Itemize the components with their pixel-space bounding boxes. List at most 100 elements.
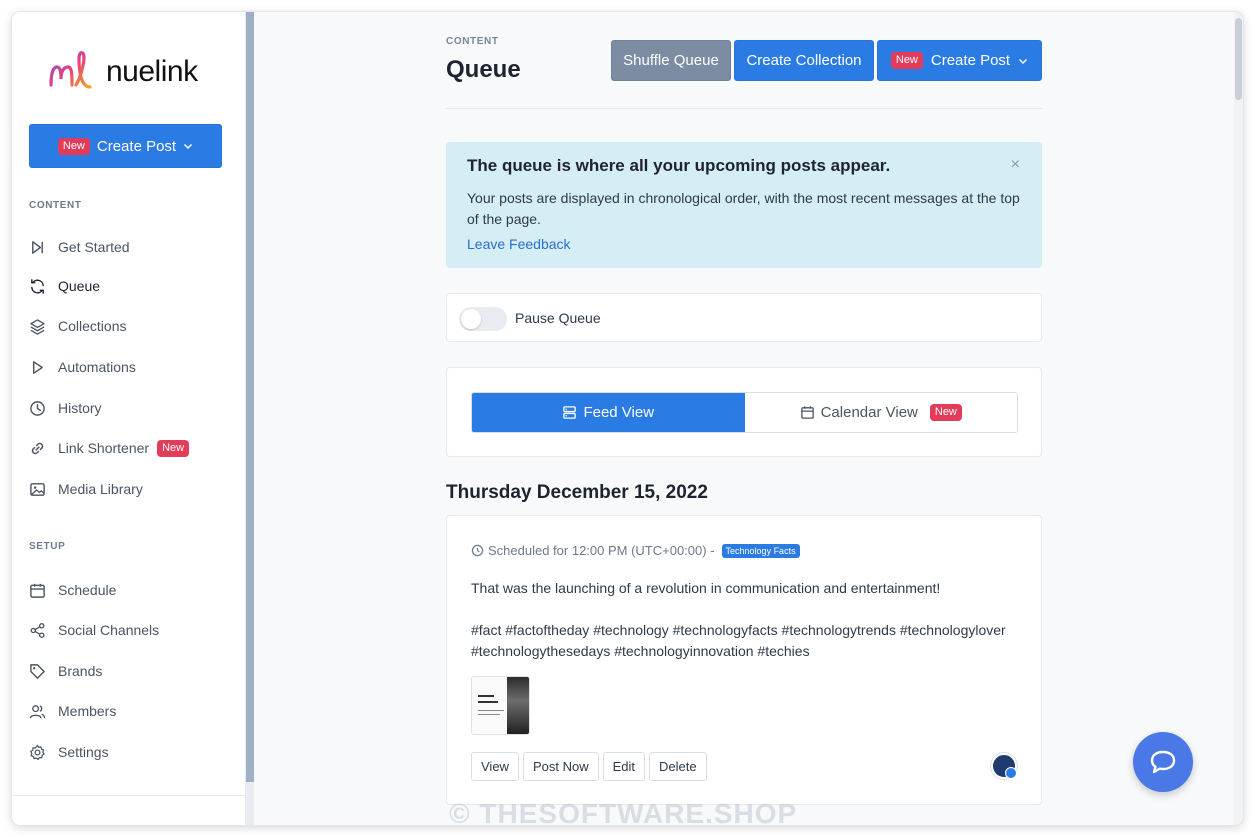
sidebar-item-history[interactable]: History [29,395,102,421]
sidebar-scrollbar-thumb[interactable] [246,12,254,782]
channel-avatar[interactable] [991,753,1017,779]
pause-queue-toggle[interactable] [459,307,507,331]
sidebar-item-social-channels[interactable]: Social Channels [29,617,159,643]
main-content: CONTENT Queue Shuffle Queue Create Colle… [254,12,1234,825]
post-card: Scheduled for 12:00 PM (UTC+00:00) - Tec… [446,515,1042,805]
watermark: © THESOFTWARE.SHOP [449,798,798,825]
sidebar: nuelink New Create Post CONTENT Get Star… [12,12,246,825]
sidebar-item-brands[interactable]: Brands [29,658,102,684]
nuelink-logo-icon [49,51,92,89]
thumbnail-text-line [478,714,500,715]
chevron-down-icon [184,143,193,150]
thumbnail-photo [507,677,529,734]
leave-feedback-link[interactable]: Leave Feedback [467,236,1021,252]
post-hashtags: #fact #factoftheday #technology #technol… [471,622,1006,659]
play-icon [33,360,43,374]
sidebar-item-label: Get Started [58,239,130,255]
sidebar-item-label: Collections [58,318,127,334]
shuffle-queue-button[interactable]: Shuffle Queue [611,40,731,81]
main-scrollbar-thumb[interactable] [1235,18,1242,100]
brand-logo[interactable]: nuelink [48,48,198,96]
post-actions: View Post Now Edit Delete [471,752,707,781]
create-post-button[interactable]: New Create Post [877,40,1042,81]
sidebar-item-label: Brands [58,663,103,679]
image-icon [30,482,45,496]
sidebar-item-label: Automations [58,359,136,375]
calendar-icon [30,583,45,598]
sidebar-item-label: Queue [58,278,101,294]
tab-feed-view[interactable]: Feed View [472,393,745,432]
info-title: The queue is where all your upcoming pos… [467,156,891,175]
sidebar-create-post-button[interactable]: New Create Post [29,124,222,168]
section-label-setup: SETUP [29,541,66,552]
tab-label: Feed View [583,404,655,421]
view-switcher-card: Feed View Calendar View New [446,367,1042,457]
sidebar-item-label: Members [58,703,117,719]
server-icon [563,406,577,419]
calendar-icon [800,406,814,419]
play-step-icon [32,240,43,254]
edit-button[interactable]: Edit [602,752,645,781]
sidebar-item-automations[interactable]: Automations [29,354,136,380]
post-schedule: Scheduled for 12:00 PM (UTC+00:00) - Tec… [471,543,800,558]
feed-date-heading: Thursday December 15, 2022 [446,482,708,503]
chevron-down-icon [1019,58,1028,64]
sidebar-item-members[interactable]: Members [29,698,116,724]
brand-name: nuelink [106,55,198,88]
sidebar-item-queue[interactable]: Queue [29,273,100,299]
post-image-thumbnail[interactable] [471,676,530,735]
tab-label: Calendar View [820,404,918,421]
main-scrollbar[interactable] [1234,12,1243,825]
sidebar-item-settings[interactable]: Settings [29,739,109,765]
thumbnail-text-line [478,695,494,697]
create-post-label: Create Post [930,52,1011,69]
toggle-knob [461,309,481,329]
chat-support-button[interactable] [1133,732,1193,792]
sidebar-item-label: Schedule [58,582,117,598]
tab-calendar-view[interactable]: Calendar View New [744,393,1017,432]
delete-button[interactable]: Delete [649,752,707,781]
pause-queue-card: Pause Queue [446,293,1042,342]
refresh-icon [31,278,44,294]
post-text: That was the launching of a revolution i… [471,580,941,596]
clock-icon [30,400,45,416]
sidebar-item-collections[interactable]: Collections [29,313,126,339]
link-icon [31,442,44,454]
new-badge: New [57,137,90,155]
post-now-button[interactable]: Post Now [522,752,599,781]
pause-queue-label: Pause Queue [515,310,601,326]
info-body: Your posts are displayed in chronologica… [467,190,1020,227]
users-icon [29,704,46,718]
section-label-content: CONTENT [29,200,82,211]
close-icon[interactable]: × [1011,156,1020,174]
collection-tag[interactable]: Technology Facts [721,543,800,558]
tag-icon [30,663,45,679]
layers-icon [30,318,45,335]
sidebar-item-link-shortener[interactable]: Link Shortener New [29,435,190,461]
clock-icon [471,544,484,557]
app-window: nuelink New Create Post CONTENT Get Star… [12,12,1243,825]
sidebar-item-get-started[interactable]: Get Started [29,234,130,260]
chat-bubble-icon [1150,750,1176,774]
sidebar-item-label: History [58,400,102,416]
create-post-label: Create Post [96,137,177,155]
sidebar-item-label: Link Shortener [58,440,150,456]
share-icon [30,622,45,638]
sidebar-item-label: Social Channels [58,622,160,638]
sidebar-footer-divider [12,795,246,796]
create-collection-button[interactable]: Create Collection [734,40,874,81]
gear-icon [30,744,45,760]
sidebar-item-label: Settings [58,744,109,760]
view-button[interactable]: View [471,752,519,781]
sidebar-item-label: Media Library [58,481,143,497]
new-badge: New [890,52,923,69]
thumbnail-text-line [478,710,504,711]
verified-check-icon [1005,767,1017,779]
sidebar-scrollbar[interactable] [246,12,254,825]
page-title: Queue [446,56,521,83]
sidebar-item-schedule[interactable]: Schedule [29,577,116,603]
thumbnail-text-line [478,701,498,703]
new-badge: New [929,404,962,421]
page-eyebrow: CONTENT [446,36,499,47]
sidebar-item-media-library[interactable]: Media Library [29,476,143,502]
